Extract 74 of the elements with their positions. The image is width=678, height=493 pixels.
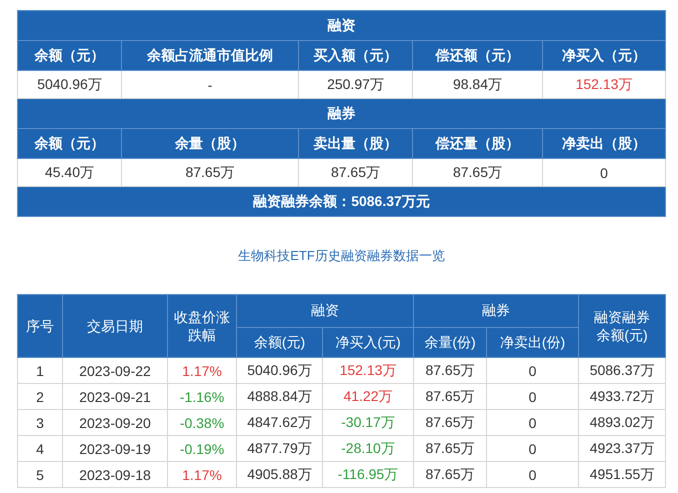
header-cell: 融券 [414, 294, 578, 328]
table-cell: 2 [18, 384, 62, 410]
table-cell: -116.95万 [322, 462, 414, 488]
table-cell: 0 [486, 410, 578, 436]
header-cell: 偿还量（股） [412, 128, 542, 158]
table-title: 生物科技ETF历史融资融券数据一览 [238, 246, 445, 264]
table-cell: 41.22万 [322, 384, 414, 410]
table-cell: -1.16% [168, 384, 236, 410]
table-cell: 5086.37万 [578, 358, 666, 384]
table-cell: 87.65万 [414, 410, 486, 436]
table-cell: 250.97万 [298, 70, 412, 98]
table-cell: 87.65万 [414, 384, 486, 410]
table-cell: 1.17% [168, 358, 236, 384]
header-cell: 买入额（元） [298, 40, 412, 70]
table-cell: 87.65万 [414, 462, 486, 488]
table-cell: 0 [486, 436, 578, 462]
table-cell: 45.40万 [18, 158, 122, 186]
section-title: 融资 [18, 10, 666, 40]
header-cell: 序号 [18, 294, 62, 358]
total-balance: 融资融券余额：5086.37万元 [18, 186, 666, 216]
table-cell: -30.17万 [322, 410, 414, 436]
table-cell: 87.65万 [414, 436, 486, 462]
table-cell: 4923.37万 [578, 436, 666, 462]
table-cell: 152.13万 [322, 358, 414, 384]
table-cell: 1 [18, 358, 62, 384]
table-cell: 2023-09-21 [62, 384, 168, 410]
header-cell: 净卖出（股） [542, 128, 666, 158]
table-cell: 4 [18, 436, 62, 462]
table-cell: 4905.88万 [236, 462, 322, 488]
table-cell: 4888.84万 [236, 384, 322, 410]
table-cell: 0 [486, 462, 578, 488]
table-cell: 5040.96万 [236, 358, 322, 384]
header-cell: 收盘价涨跌幅 [168, 294, 236, 358]
table-cell: - [122, 70, 298, 98]
section-title: 融券 [18, 98, 666, 128]
table-cell: 98.84万 [412, 70, 542, 98]
table-cell: 152.13万 [542, 70, 666, 98]
table-cell: 1.17% [168, 462, 236, 488]
table-cell: 0 [486, 358, 578, 384]
table-cell: 5040.96万 [18, 70, 122, 98]
table-cell: 5 [18, 462, 62, 488]
table-cell: 3 [18, 410, 62, 436]
table-cell: 87.65万 [412, 158, 542, 186]
table-cell: 87.65万 [298, 158, 412, 186]
table-cell: 4951.55万 [578, 462, 666, 488]
header-cell: 余额（元） [18, 128, 122, 158]
header-cell: 融资融券余额(元) [578, 294, 666, 358]
table-cell: 87.65万 [414, 358, 486, 384]
header-cell: 卖出量（股） [298, 128, 412, 158]
table-cell: -0.38% [168, 410, 236, 436]
table-cell: 87.65万 [122, 158, 298, 186]
table-cell: 2023-09-18 [62, 462, 168, 488]
header-cell: 交易日期 [62, 294, 168, 358]
table-cell: 2023-09-22 [62, 358, 168, 384]
table-cell: 2023-09-20 [62, 410, 168, 436]
table-cell: 4847.62万 [236, 410, 322, 436]
table-cell: 2023-09-19 [62, 436, 168, 462]
header-cell: 净买入（元） [542, 40, 666, 70]
table-cell: 0 [542, 158, 666, 186]
table-cell: 4893.02万 [578, 410, 666, 436]
table-cell: -0.19% [168, 436, 236, 462]
header-cell: 余量（股） [122, 128, 298, 158]
header-cell: 净买入(元) [322, 328, 414, 358]
table-cell: -28.10万 [322, 436, 414, 462]
table-cell: 4933.72万 [578, 384, 666, 410]
header-cell: 融资 [236, 294, 414, 328]
header-cell: 净卖出(份) [486, 328, 578, 358]
table-cell: 4877.79万 [236, 436, 322, 462]
header-cell: 余额占流通市值比例 [122, 40, 298, 70]
header-cell: 偿还额（元） [412, 40, 542, 70]
header-cell: 余额（元） [18, 40, 122, 70]
header-cell: 余量(份) [414, 328, 486, 358]
header-cell: 余额(元) [236, 328, 322, 358]
table-cell: 0 [486, 384, 578, 410]
